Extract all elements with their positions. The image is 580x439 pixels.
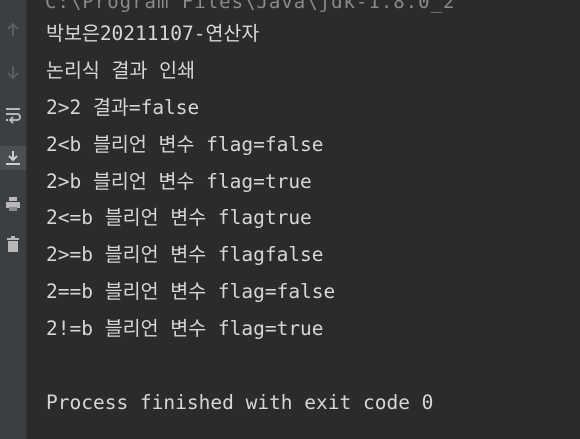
command-line: C:\Program Files\Java\jdk-1.8.0_2 [45,0,456,13]
output-line: 2<=b 블리언 변수 flagtrue [46,206,312,229]
print-icon[interactable] [0,192,26,216]
output-line: 2!=b 블리언 변수 flag=true [46,317,324,340]
up-arrow-icon[interactable] [0,18,26,42]
scroll-to-end-icon[interactable] [0,146,26,170]
output-line: 논리식 결과 인쇄 [46,59,196,82]
soft-wrap-icon[interactable] [0,103,26,127]
output-line: 2>2 결과=false [46,96,200,119]
output-line: 박보은20211107-연산자 [46,22,260,45]
console-toolbar [0,0,27,439]
trash-icon[interactable] [0,232,26,256]
output-line: 2>b 블리언 변수 flag=true [46,170,312,193]
console-output: C:\Program Files\Java\jdk-1.8.0_2 박보은202… [27,0,580,439]
process-finished-line: Process finished with exit code 0 [46,391,434,414]
output-line: 2<b 블리언 변수 flag=false [46,133,324,156]
down-arrow-icon[interactable] [0,60,26,84]
output-line: 2==b 블리언 변수 flag=false [46,280,336,303]
output-line: 2>=b 블리언 변수 flagfalse [46,243,324,266]
